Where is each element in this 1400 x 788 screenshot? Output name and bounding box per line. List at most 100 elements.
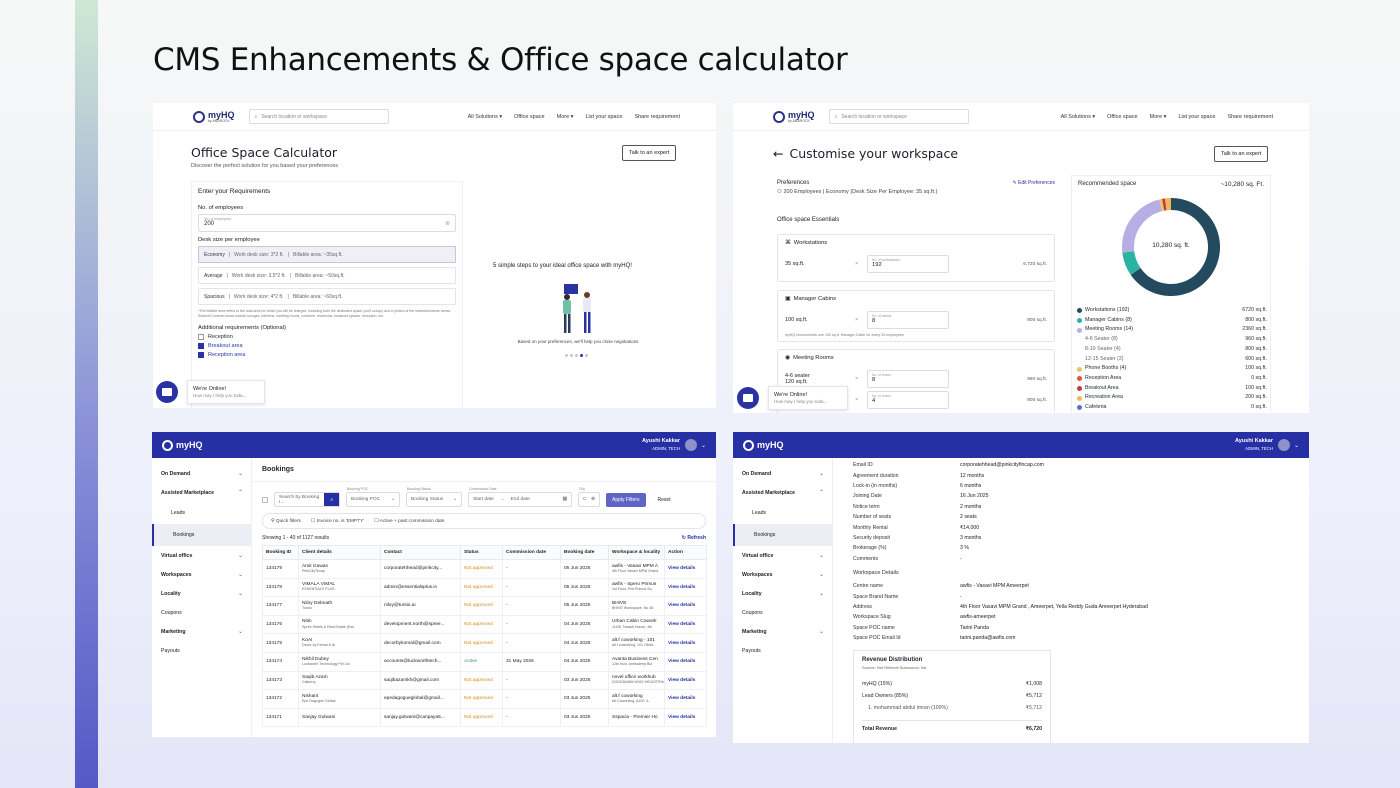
desk-option-average[interactable]: Average | Work desk size: 3.5*2 ft. | Billab… <box>198 267 456 284</box>
table-row[interactable]: 134172 Nishant Epe Dagogue Global epedagogu… <box>262 689 707 709</box>
nav-share-requirement[interactable]: Share requirement <box>634 114 680 120</box>
apply-filters-button[interactable]: Apply Filters <box>606 493 646 507</box>
commission-date-range[interactable]: Commission Date Start date → End date ▦ <box>468 487 572 507</box>
chat-button[interactable] <box>737 387 759 409</box>
dot[interactable] <box>575 354 578 357</box>
sidebar-item-payouts[interactable]: Payouts <box>152 641 251 660</box>
table-row[interactable]: 134173 Saqib Azam Calberry saqibazamkh@gmai… <box>262 670 707 691</box>
nav-all-solutions[interactable]: All Solutions ▾ <box>1061 114 1096 120</box>
back-arrow-icon[interactable]: ← <box>773 146 783 161</box>
sidebar-item-leads[interactable]: Leads <box>733 502 832 524</box>
sidebar-item-payouts[interactable]: Payouts <box>733 641 832 660</box>
dot[interactable] <box>565 354 568 357</box>
booking-poc-select[interactable]: Booking POC Booking POC ⌄ <box>346 487 400 507</box>
nav-all-solutions[interactable]: All Solutions ▾ <box>468 114 503 120</box>
table-row[interactable]: 134177 Niloy Debnath Turslo niloy@tursio.ai… <box>262 596 707 616</box>
rooms-input[interactable]: No. of rooms 8 <box>867 370 949 388</box>
admin-logo[interactable]: myHQ <box>743 439 784 451</box>
table-row[interactable]: 134179 Amit Gawas PinkCityTecap corporatehh… <box>262 559 707 579</box>
sidebar-item-locality[interactable]: Locality ⌄ <box>152 584 251 603</box>
chevron-down-icon[interactable]: ⌄ <box>701 442 706 449</box>
view-details-link[interactable]: View details <box>668 659 695 664</box>
view-details-link[interactable]: View details <box>668 641 695 646</box>
desk-option-economy[interactable]: Economy | Work desk size: 3*2 ft. | Billable… <box>198 246 456 263</box>
chat-bubble[interactable]: We're Online! How may I help you toda... <box>187 380 265 404</box>
sidebar-item-marketing[interactable]: Marketing ⌄ <box>152 622 251 641</box>
talk-to-expert-button[interactable]: Talk to an expert <box>1214 146 1269 162</box>
checkbox-reception-area[interactable]: Reception area <box>198 351 456 358</box>
nav-more[interactable]: More ▾ <box>1150 114 1167 120</box>
myhq-logo[interactable]: myHQ by ANAROCK <box>193 110 235 123</box>
chat-bubble[interactable]: We're Online! How may I help you toda... <box>768 386 848 410</box>
sidebar-item-on-demand[interactable]: On Demand ⌄ <box>733 464 832 483</box>
clear-icon[interactable]: ⊗ <box>445 220 450 227</box>
carousel-dots[interactable] <box>565 354 588 357</box>
sidebar-item-coupons[interactable]: Coupons <box>152 603 251 622</box>
select-all-checkbox[interactable] <box>262 497 268 503</box>
nav-share-requirement[interactable]: Share requirement <box>1227 114 1273 120</box>
quick-filter-invoice[interactable]: ☐ Invoice no. is 'EMPTY' <box>311 519 364 524</box>
sidebar-item-leads[interactable]: Leads <box>152 502 251 524</box>
rooms-input[interactable]: No. of rooms 4 <box>867 391 949 409</box>
refresh-button[interactable]: ↻ Refresh <box>682 535 706 541</box>
search-input[interactable]: ⌕ Search location or workspace <box>248 109 389 124</box>
reset-button[interactable]: Reset <box>652 493 677 507</box>
quick-filter-active[interactable]: ☐ Active + past commission date <box>374 519 444 524</box>
table-row[interactable]: 134178 VIMALA VIMAL ESSENTIALS PLUS admin@e… <box>262 577 707 598</box>
view-details-link[interactable]: View details <box>668 678 695 683</box>
talk-to-expert-button[interactable]: Talk to an expert <box>622 145 677 161</box>
clear-icon[interactable]: ⊗ <box>591 497 595 502</box>
desk-option-spacious[interactable]: Spacious | Work desk size: 4*2 ft. | Billabl… <box>198 288 456 305</box>
cabins-input[interactable]: No. of cabins 8 <box>867 311 949 329</box>
table-row[interactable]: 134174 Nikhil Dubey Luckworth Technology P… <box>262 651 707 672</box>
nav-office-space[interactable]: Office space <box>1107 114 1137 120</box>
nav-list-space[interactable]: List your space <box>585 114 622 120</box>
table-row[interactable]: 134175 KoAI Decor by Kemal & AI decorbykoma… <box>262 633 707 653</box>
sidebar-item-assisted-marketplace[interactable]: Assisted Marketplace ⌃ <box>152 483 251 502</box>
checkbox-reception[interactable]: Reception <box>198 333 456 340</box>
nav-office-space[interactable]: Office space <box>514 114 544 120</box>
view-details-link[interactable]: View details <box>668 696 695 701</box>
myhq-logo[interactable]: myHQ by ANAROCK <box>773 110 815 123</box>
view-details-link[interactable]: View details <box>668 715 695 720</box>
booking-search-input[interactable]: Search by Booking I... ⌕ <box>274 492 340 507</box>
workstations-input[interactable]: No. of workstations 192 <box>867 255 949 273</box>
nav-more[interactable]: More ▾ <box>557 114 574 120</box>
avatar[interactable] <box>684 439 697 451</box>
sidebar-item-assisted-marketplace[interactable]: Assisted Marketplace ⌃ <box>733 483 832 502</box>
view-details-link[interactable]: View details <box>668 622 695 627</box>
checkbox-breakout[interactable]: Breakout area <box>198 342 456 349</box>
view-details-link[interactable]: View details <box>668 603 695 608</box>
admin-logo[interactable]: myHQ <box>162 439 203 451</box>
sidebar-item-coupons[interactable]: Coupons <box>733 603 832 622</box>
search-input[interactable]: ⌕ Search location or workspace <box>828 109 969 124</box>
view-details-link[interactable]: View details <box>668 585 695 590</box>
steps-caption: Based on your preferences, we'll help yo… <box>517 339 639 344</box>
sidebar-item-workspaces[interactable]: Workspaces ⌄ <box>152 565 251 584</box>
chevron-down-icon[interactable]: ⌄ <box>1294 442 1299 449</box>
dot[interactable] <box>585 354 588 357</box>
nav-list-space[interactable]: List your space <box>1178 114 1215 120</box>
dot-active[interactable] <box>580 354 583 357</box>
sidebar-item-bookings[interactable]: Bookings <box>152 524 251 546</box>
dot[interactable] <box>570 354 573 357</box>
table-row[interactable]: 134171 Sanjay Gulwani sanjay.gulwani@canpa… <box>262 707 707 728</box>
sidebar-item-workspaces[interactable]: Workspaces ⌄ <box>733 565 832 584</box>
chat-text: How may I help you toda... <box>774 399 828 404</box>
sidebar-item-on-demand[interactable]: On Demand ⌄ <box>152 464 251 483</box>
sidebar-item-marketing[interactable]: Marketing ⌄ <box>733 622 832 641</box>
search-icon[interactable]: ⌕ <box>324 493 339 506</box>
employees-input[interactable]: No. of employees 200 ⊗ <box>198 214 456 232</box>
sidebar-item-virtual-office[interactable]: Virtual office ⌄ <box>733 546 832 565</box>
city-select[interactable]: City C ⊗ <box>578 487 600 507</box>
table-row[interactable]: 134176 Nitin Spree Hotels & Real Estate (E… <box>262 614 707 635</box>
booking-status-select[interactable]: Booking Status Booking Status ⌄ <box>406 487 462 507</box>
table-cell: Not approved <box>460 577 503 598</box>
sidebar-item-bookings[interactable]: Bookings <box>733 524 832 546</box>
edit-preferences-link[interactable]: ✎ Edit Preferences <box>1012 180 1055 186</box>
chat-button[interactable] <box>156 381 178 403</box>
avatar[interactable] <box>1277 439 1290 451</box>
sidebar-item-locality[interactable]: Locality ⌄ <box>733 584 832 603</box>
view-details-link[interactable]: View details <box>668 566 695 571</box>
sidebar-item-virtual-office[interactable]: Virtual office ⌄ <box>152 546 251 565</box>
